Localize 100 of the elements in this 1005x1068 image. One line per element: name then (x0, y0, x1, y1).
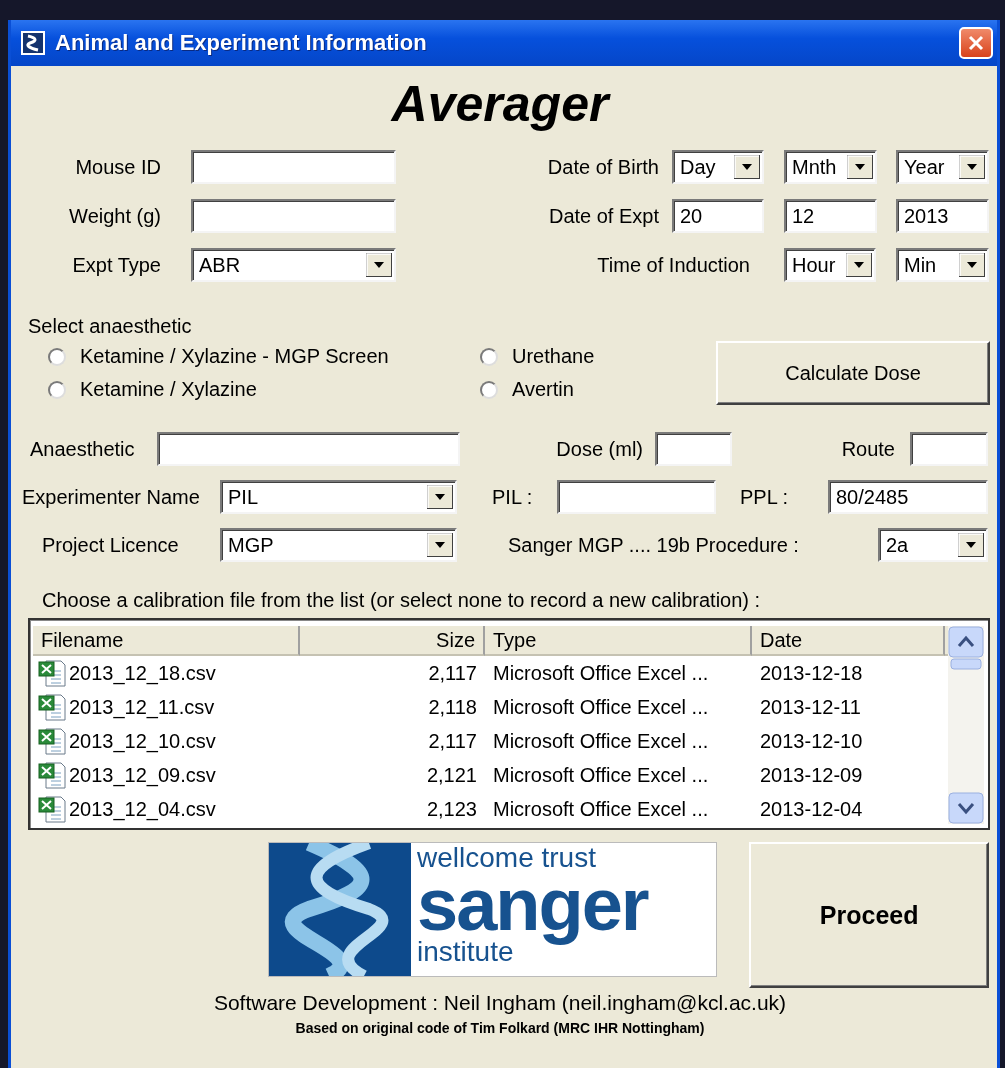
table-cell-text: 2013-12-11 (759, 695, 862, 719)
dropdown[interactable]: ABR (191, 248, 396, 282)
table-cell-text: Microsoft Office Excel ... (492, 729, 710, 753)
radio-button[interactable] (48, 380, 66, 399)
field-label: Route (841, 438, 895, 460)
field-label: Mouse ID (74, 155, 161, 179)
field-label: PPL : (740, 486, 789, 508)
table-cell-text: Microsoft Office Excel ... (492, 763, 710, 787)
field-label: Dose (ml) (556, 438, 643, 460)
file-row[interactable]: 2013_12_11.csv 2,118 Microsoft Office Excel ... 2013-12-11 (33, 690, 948, 724)
file-row[interactable]: 2013_12_09.csv 2,121 Microsoft Office Excel ... 2013-12-09 (33, 758, 948, 792)
file-row[interactable]: 2013_12_18.csv 2,117 Microsoft Office Excel ... 2013-12-18 (33, 656, 948, 690)
table-cell-text: 2013-12-04 (759, 797, 864, 821)
column-header[interactable]: Type (485, 626, 752, 656)
scroll-up-button[interactable] (948, 626, 984, 658)
spreadsheet-file-icon (37, 761, 67, 789)
radio-option[interactable]: Urethane (480, 345, 716, 368)
table-cell: 2013_12_18.csv (69, 661, 216, 685)
text-field[interactable]: 20 (672, 199, 764, 233)
column-header[interactable]: Size (300, 626, 485, 656)
table-cell-text: 2013-12-10 (759, 729, 864, 753)
caret-icon (734, 155, 760, 179)
text-field[interactable]: 12 (784, 199, 877, 233)
table-cell-text: 2,118 (427, 695, 478, 719)
field-label: Anaesthetic (30, 438, 135, 460)
table-cell: 2013_12_04.csv (69, 797, 216, 821)
field-label: Date of Birth (546, 155, 659, 179)
text-field[interactable]: 2013 (896, 199, 989, 233)
table-cell: 2013_12_11.csv (69, 695, 215, 719)
caret-icon (958, 533, 984, 557)
radio-button[interactable] (480, 380, 498, 399)
proceed-button[interactable]: Proceed (749, 842, 989, 988)
spreadsheet-file-icon (37, 727, 67, 755)
window-title: Animal and Experiment Information (55, 30, 428, 56)
field-label: Date of Expt (547, 204, 659, 228)
dropdown[interactable]: PIL (220, 480, 457, 514)
spreadsheet-file-icon (37, 795, 67, 823)
caret-icon (427, 533, 453, 557)
field-label: Experimenter Name (22, 486, 200, 508)
text-field[interactable] (191, 150, 396, 184)
caret-icon (959, 155, 985, 179)
app-heading: Averager (391, 78, 609, 130)
caret-icon (847, 155, 873, 179)
text-field[interactable] (157, 432, 460, 466)
dropdown[interactable]: Year (896, 150, 989, 184)
column-header[interactable]: Date (752, 626, 945, 656)
field-label: Sanger MGP .... 19b Procedure : (508, 534, 799, 556)
text-field[interactable] (191, 199, 396, 233)
field-label: Project Licence (42, 534, 179, 556)
table-cell-text: Microsoft Office Excel ... (492, 797, 710, 821)
file-row[interactable]: 2013_12_04.csv 2,123 Microsoft Office Excel ... 2013-12-04 (33, 792, 948, 824)
dropdown[interactable]: MGP (220, 528, 457, 562)
dropdown[interactable]: Mnth (784, 150, 877, 184)
radio-option[interactable]: Ketamine / Xylazine (48, 378, 480, 401)
caret-icon (366, 253, 392, 277)
text-field[interactable] (557, 480, 716, 514)
table-cell-text: 2,117 (427, 729, 478, 753)
scroll-down-button[interactable] (948, 792, 984, 824)
radio-option[interactable]: Avertin (480, 378, 716, 401)
spreadsheet-file-icon (37, 693, 67, 721)
field-label: PIL : (492, 486, 533, 508)
app-icon (21, 31, 45, 55)
caret-icon (846, 253, 872, 277)
text-field[interactable] (655, 432, 732, 466)
scrollbar[interactable] (948, 626, 984, 824)
caret-icon (959, 253, 985, 277)
spreadsheet-file-icon (37, 659, 67, 687)
close-button[interactable] (959, 27, 993, 59)
dropdown[interactable]: Hour (784, 248, 876, 282)
table-cell: 2013_12_10.csv (69, 729, 216, 753)
field-label: Weight (g) (68, 204, 161, 228)
table-cell-text: 2,117 (427, 661, 478, 685)
table-cell-text: 2,121 (425, 763, 478, 787)
radio-button[interactable] (480, 347, 498, 366)
close-icon (967, 34, 985, 52)
caret-icon (427, 485, 453, 509)
credit-text: Based on original code of Tim Folkard (MRC IHR Nottingham) (295, 1020, 705, 1036)
file-row[interactable]: 2013_12_10.csv 2,117 Microsoft Office Excel ... 2013-12-10 (33, 724, 948, 758)
scrollbar-thumb[interactable] (948, 658, 984, 670)
table-cell: 2013_12_09.csv (69, 763, 216, 787)
calculate-dose-button[interactable]: Calculate Dose (716, 341, 990, 405)
table-cell-text: 2,123 (425, 797, 478, 821)
credit-text: Software Development : Neil Ingham (neil.ingham@kcl.ac.uk) (213, 991, 787, 1014)
radio-option[interactable]: Ketamine / Xylazine - MGP Screen (48, 345, 480, 368)
dropdown[interactable]: Min (896, 248, 989, 282)
table-cell-text: Microsoft Office Excel ... (492, 661, 710, 685)
column-header[interactable]: Filename (33, 626, 300, 656)
field-label: Expt Type (71, 253, 161, 277)
text-field[interactable]: 80/2485 (828, 480, 988, 514)
instruction-text: Choose a calibration file from the list (or select none to record a new calibration) : (42, 589, 761, 611)
radio-button[interactable] (48, 347, 66, 366)
table-cell-text: 2013-12-09 (759, 763, 864, 787)
text-field[interactable] (910, 432, 988, 466)
table-cell-text: 2013-12-18 (759, 661, 864, 685)
field-label: Time of Induction (596, 253, 751, 277)
section-label: Select anaesthetic (28, 314, 193, 338)
dropdown[interactable]: 2a (878, 528, 988, 562)
helix-icon (269, 843, 411, 976)
dropdown[interactable]: Day (672, 150, 764, 184)
table-cell-text: Microsoft Office Excel ... (492, 695, 710, 719)
